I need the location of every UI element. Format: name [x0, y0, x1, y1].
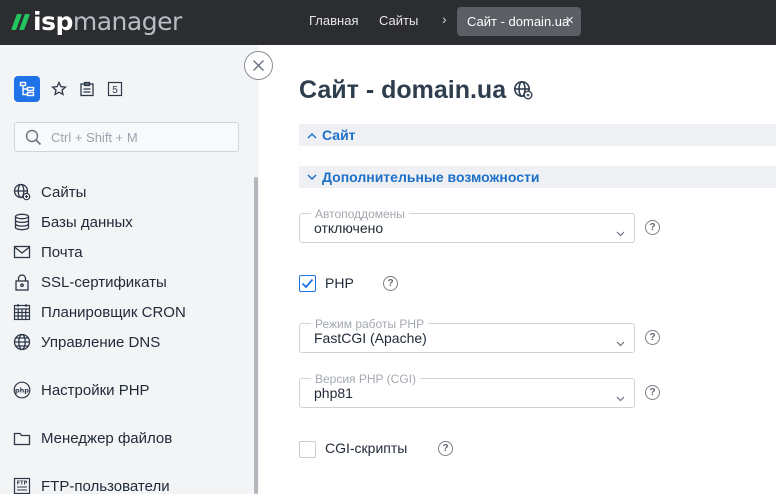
sidebar-item-label: Настройки PHP: [41, 381, 150, 399]
php-checkbox[interactable]: [299, 275, 316, 292]
php-mode-value: FastCGI (Apache): [314, 330, 427, 346]
mail-icon: [13, 243, 31, 261]
sidebar-item-ssl[interactable]: SSL-сертификаты: [13, 271, 167, 293]
svg-text:FTP: FTP: [17, 481, 28, 487]
calendar-icon: [13, 303, 31, 321]
ispmanager-logo[interactable]: ispmanager: [11, 7, 182, 37]
svg-text:php: php: [15, 387, 29, 395]
autosubdomains-select[interactable]: Автоподдомены отключено: [299, 207, 635, 243]
section-additional-label: Дополнительные возможности: [322, 169, 540, 185]
sidebar-item-label: Почта: [41, 243, 83, 261]
dns-globe-icon: [13, 333, 31, 351]
php-version-value: php81: [314, 385, 353, 401]
php-version-help-icon[interactable]: ?: [645, 385, 660, 400]
tab-site-domain[interactable]: Сайт - domain.ua ×: [457, 7, 581, 36]
clipboard-icon[interactable]: [78, 80, 96, 98]
ftp-icon: FTP: [13, 477, 31, 494]
sidebar-item-label: Планировщик CRON: [41, 303, 186, 321]
database-icon: [13, 213, 31, 231]
breadcrumb-sites[interactable]: Сайты: [379, 13, 418, 28]
badge-count: 5: [112, 85, 118, 96]
search-input[interactable]: [51, 128, 231, 146]
sidebar-item-label: Управление DNS: [41, 333, 161, 351]
php-version-label: Версия PHP (CGI): [311, 372, 421, 386]
globe-icon: [13, 183, 31, 201]
sidebar-item-file-manager[interactable]: Менеджер файлов: [13, 427, 172, 449]
sidebar-item-label: SSL-сертификаты: [41, 273, 167, 291]
sidebar-item-dns[interactable]: Управление DNS: [13, 331, 160, 353]
php-help-icon[interactable]: ?: [383, 276, 398, 291]
page-title-text: Сайт - domain.ua: [299, 76, 507, 104]
section-site-header[interactable]: Сайт: [299, 124, 776, 146]
logo-mark-icon: [11, 14, 30, 30]
section-site-label: Сайт: [322, 127, 356, 143]
search-icon: [25, 129, 42, 151]
logo-text-manager: manager: [72, 7, 182, 36]
globe-link-icon[interactable]: [513, 78, 533, 107]
close-icon: [253, 60, 264, 71]
chevron-up-icon: [307, 132, 319, 139]
php-mode-label: Режим работы PHP: [311, 317, 429, 331]
collapse-sidebar-button[interactable]: [244, 51, 273, 80]
sidebar-item-mail[interactable]: Почта: [13, 241, 83, 263]
autosubdomains-value: отключено: [314, 220, 384, 236]
sidebar-item-label: Менеджер файлов: [41, 429, 173, 447]
sidebar-item-php[interactable]: php Настройки PHP: [13, 379, 150, 401]
sidebar-item-databases[interactable]: Базы данных: [13, 211, 133, 233]
php-icon: php: [13, 381, 31, 399]
breadcrumb-chevron-icon: ›: [442, 11, 447, 27]
tab-site-domain-label: Сайт - domain.ua: [467, 14, 570, 29]
tree-icon[interactable]: [14, 76, 40, 102]
autosubdomains-help-icon[interactable]: ?: [645, 220, 660, 235]
sidebar-scrollbar[interactable]: [254, 177, 258, 494]
sidebar-item-label: FTP-пользователи: [41, 477, 170, 494]
cgi-help-icon[interactable]: ?: [438, 441, 453, 456]
sidebar-toolbar: 5: [14, 76, 124, 102]
php-version-select[interactable]: Версия PHP (CGI) php81: [299, 372, 635, 408]
autosubdomains-label: Автоподдомены: [311, 207, 409, 221]
sidebar-item-label: Сайты: [41, 183, 87, 201]
sidebar-item-ftp[interactable]: FTP FTP-пользователи: [13, 475, 170, 494]
logo-text-isp: isp: [33, 7, 73, 36]
sidebar: 5 Сайты Базы данных Почта SSL-сертификат…: [0, 45, 259, 494]
star-icon[interactable]: [50, 80, 68, 98]
cgi-checkbox-label: CGI-скрипты: [325, 440, 408, 456]
php-mode-select[interactable]: Режим работы PHP FastCGI (Apache): [299, 317, 635, 353]
lock-icon: [13, 273, 31, 291]
close-tab-icon[interactable]: ×: [565, 12, 574, 29]
chevron-down-icon: [616, 224, 625, 242]
chevron-down-icon: [616, 334, 625, 352]
php-checkbox-label: PHP: [325, 275, 354, 291]
section-additional-header[interactable]: Дополнительные возможности: [299, 166, 776, 188]
php-mode-help-icon[interactable]: ?: [645, 330, 660, 345]
checkmark-icon: [301, 278, 314, 289]
sidebar-search[interactable]: [14, 122, 239, 152]
badge-five-icon[interactable]: 5: [106, 80, 124, 98]
sidebar-item-cron[interactable]: Планировщик CRON: [13, 301, 186, 323]
page-title: Сайт - domain.ua: [299, 74, 533, 107]
sidebar-item-sites[interactable]: Сайты: [13, 181, 86, 203]
sidebar-item-label: Базы данных: [41, 213, 133, 231]
chevron-down-icon: [616, 389, 625, 407]
folder-icon: [13, 429, 31, 447]
cgi-checkbox[interactable]: [299, 441, 316, 458]
top-bar: ispmanager Главная Сайты › Сайт - domain…: [0, 0, 776, 45]
breadcrumb-home[interactable]: Главная: [309, 13, 358, 28]
chevron-down-icon: [307, 173, 319, 181]
